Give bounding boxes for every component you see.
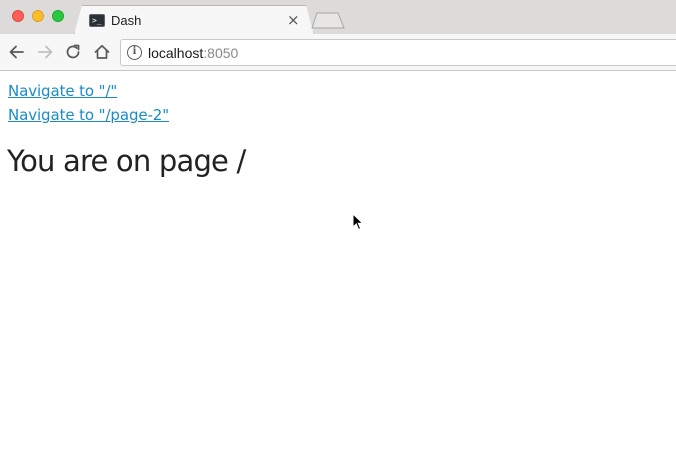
terminal-favicon-icon: >_ bbox=[89, 14, 105, 27]
reload-icon[interactable] bbox=[64, 43, 82, 61]
window-titlebar: >_ Dash × bbox=[0, 0, 676, 35]
page-content: Navigate to "/" Navigate to "/page-2" Yo… bbox=[0, 71, 676, 462]
info-icon[interactable]: i bbox=[127, 45, 142, 60]
browser-toolbar: i localhost:8050 bbox=[0, 34, 676, 71]
link-navigate-page-2[interactable]: Navigate to "/page-2" bbox=[8, 106, 169, 124]
page-heading: You are on page / bbox=[7, 144, 246, 178]
address-bar[interactable]: i localhost:8050 bbox=[120, 39, 676, 66]
forward-arrow-icon[interactable] bbox=[36, 43, 54, 61]
url-text[interactable]: localhost:8050 bbox=[148, 45, 238, 61]
link-navigate-home[interactable]: Navigate to "/" bbox=[8, 82, 117, 100]
zoom-window-button[interactable] bbox=[52, 10, 64, 22]
url-port: :8050 bbox=[203, 45, 239, 61]
close-icon[interactable]: × bbox=[287, 12, 300, 28]
back-arrow-icon[interactable] bbox=[8, 43, 26, 61]
home-icon[interactable] bbox=[93, 43, 111, 61]
minimize-window-button[interactable] bbox=[32, 10, 44, 22]
tab-title: Dash bbox=[111, 13, 142, 28]
browser-tab-dash[interactable]: >_ Dash × bbox=[74, 5, 314, 35]
new-tab-button[interactable] bbox=[311, 12, 345, 29]
mouse-cursor-icon bbox=[352, 213, 364, 231]
close-window-button[interactable] bbox=[12, 10, 24, 22]
url-host: localhost bbox=[148, 45, 204, 61]
